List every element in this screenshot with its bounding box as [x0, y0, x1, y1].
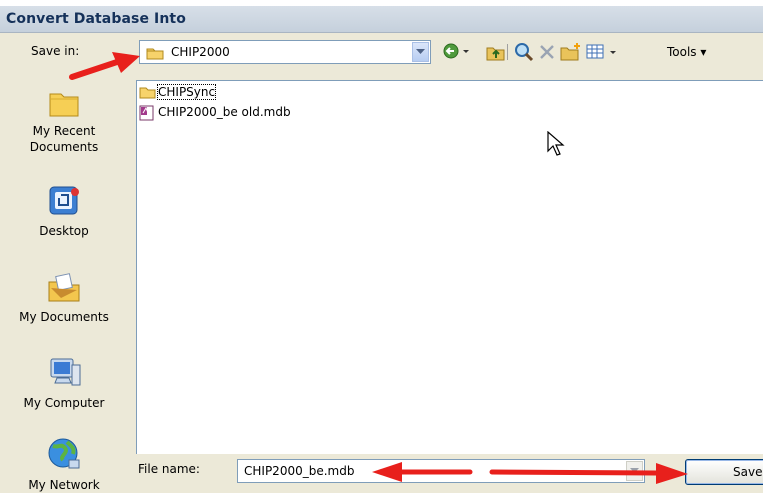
save-in-dropdown[interactable]: CHIP2000 — [139, 40, 431, 64]
search-web-icon[interactable] — [514, 42, 534, 62]
save-button-label: Save — [733, 465, 763, 479]
place-desktop[interactable]: Desktop — [0, 184, 128, 239]
folder-icon — [139, 85, 156, 102]
place-my-documents[interactable]: My Documents — [0, 272, 128, 325]
my-network-icon — [0, 436, 128, 475]
save-in-label: Save in: — [31, 44, 80, 58]
delete-icon[interactable] — [538, 42, 556, 62]
save-in-value: CHIP2000 — [171, 45, 230, 59]
place-recent-documents[interactable]: My Recent Documents — [0, 86, 128, 155]
recent-documents-icon — [0, 86, 128, 121]
file-name-label: File name: — [138, 462, 200, 476]
chevron-down-icon: ▾ — [700, 45, 707, 59]
file-list[interactable]: CHIPSync CHIP2000_be old.mdb — [136, 80, 763, 454]
file-name-input[interactable]: CHIP2000_be.mdb — [237, 459, 645, 483]
file-name-value: CHIP2000_be.mdb — [244, 464, 355, 478]
file-name: CHIP2000_be old.mdb — [158, 105, 291, 119]
place-my-network[interactable]: My Network — [0, 436, 128, 493]
save-in-dropdown-button[interactable] — [412, 42, 429, 62]
toolbar-divider — [507, 44, 508, 60]
my-computer-icon — [0, 356, 128, 393]
save-button[interactable]: Save — [685, 459, 763, 485]
title-bar: Convert Database Into — [0, 6, 763, 33]
access-database-icon — [139, 105, 155, 124]
place-label: My Documents — [19, 310, 109, 324]
place-label: My Computer — [23, 396, 105, 410]
my-documents-icon — [0, 272, 128, 307]
views-icon[interactable] — [586, 42, 620, 62]
mouse-pointer-icon — [547, 131, 565, 156]
places-bar: My Recent Documents Desktop My Documents… — [0, 72, 128, 492]
place-label: Desktop — [39, 224, 89, 238]
desktop-icon — [0, 184, 128, 221]
file-name: CHIPSync — [156, 84, 217, 100]
back-button[interactable] — [442, 42, 472, 62]
tools-label: Tools — [667, 45, 697, 59]
dialog-title: Convert Database Into — [6, 11, 186, 27]
folder-icon — [146, 46, 164, 63]
file-name-dropdown-button[interactable] — [626, 461, 643, 481]
place-my-computer[interactable]: My Computer — [0, 356, 128, 411]
tools-menu[interactable]: Tools ▾ — [667, 45, 706, 59]
new-folder-icon[interactable] — [560, 42, 582, 62]
place-label: My Recent Documents — [29, 124, 99, 154]
place-label: My Network — [28, 478, 100, 492]
up-folder-icon[interactable] — [486, 42, 506, 62]
